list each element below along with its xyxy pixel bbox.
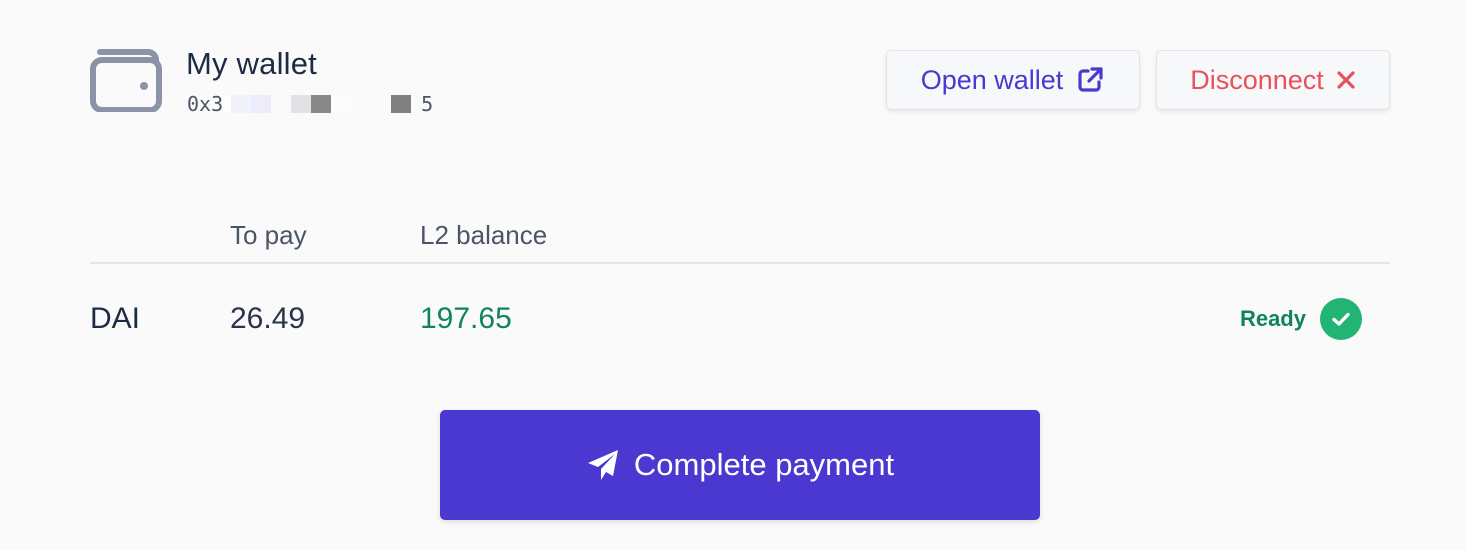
address-redaction [291, 95, 312, 113]
header-l2-balance: L2 balance [420, 220, 548, 250]
wallet-title: My wallet [186, 46, 317, 81]
close-icon [1337, 71, 1355, 89]
token-symbol: DAI [90, 302, 141, 335]
disconnect-button[interactable]: Disconnect [1156, 50, 1390, 110]
address-redaction [351, 95, 392, 113]
l2-balance-value: 197.65 [420, 302, 512, 335]
address-redaction [251, 95, 272, 113]
address-redaction [311, 95, 332, 113]
open-wallet-button[interactable]: Open wallet [886, 50, 1140, 110]
complete-payment-button[interactable]: Complete payment [440, 410, 1040, 520]
paper-plane-icon [586, 448, 620, 482]
check-circle-icon [1320, 298, 1362, 340]
header-to-pay: To pay [230, 220, 307, 250]
status-badge: Ready [1240, 298, 1362, 340]
address-redaction [223, 95, 232, 113]
wallet-header: My wallet 0x3 5 Open wallet Disconnect [90, 44, 1390, 124]
address-redaction [391, 95, 412, 113]
complete-payment-label: Complete payment [633, 447, 895, 482]
wallet-icon [90, 49, 162, 112]
table-divider [90, 262, 1390, 264]
disconnect-label: Disconnect [1190, 64, 1324, 95]
external-link-icon [1078, 67, 1103, 92]
address-prefix: 0x3 [187, 92, 224, 116]
address-suffix: 5 [421, 92, 434, 116]
open-wallet-label: Open wallet [920, 64, 1064, 95]
address-redaction [331, 95, 352, 113]
address-redaction [271, 95, 292, 113]
wallet-address: 0x3 5 [187, 92, 433, 116]
address-redaction [231, 95, 252, 113]
status-label: Ready [1239, 306, 1306, 331]
amount-to-pay: 26.49 [230, 302, 306, 335]
